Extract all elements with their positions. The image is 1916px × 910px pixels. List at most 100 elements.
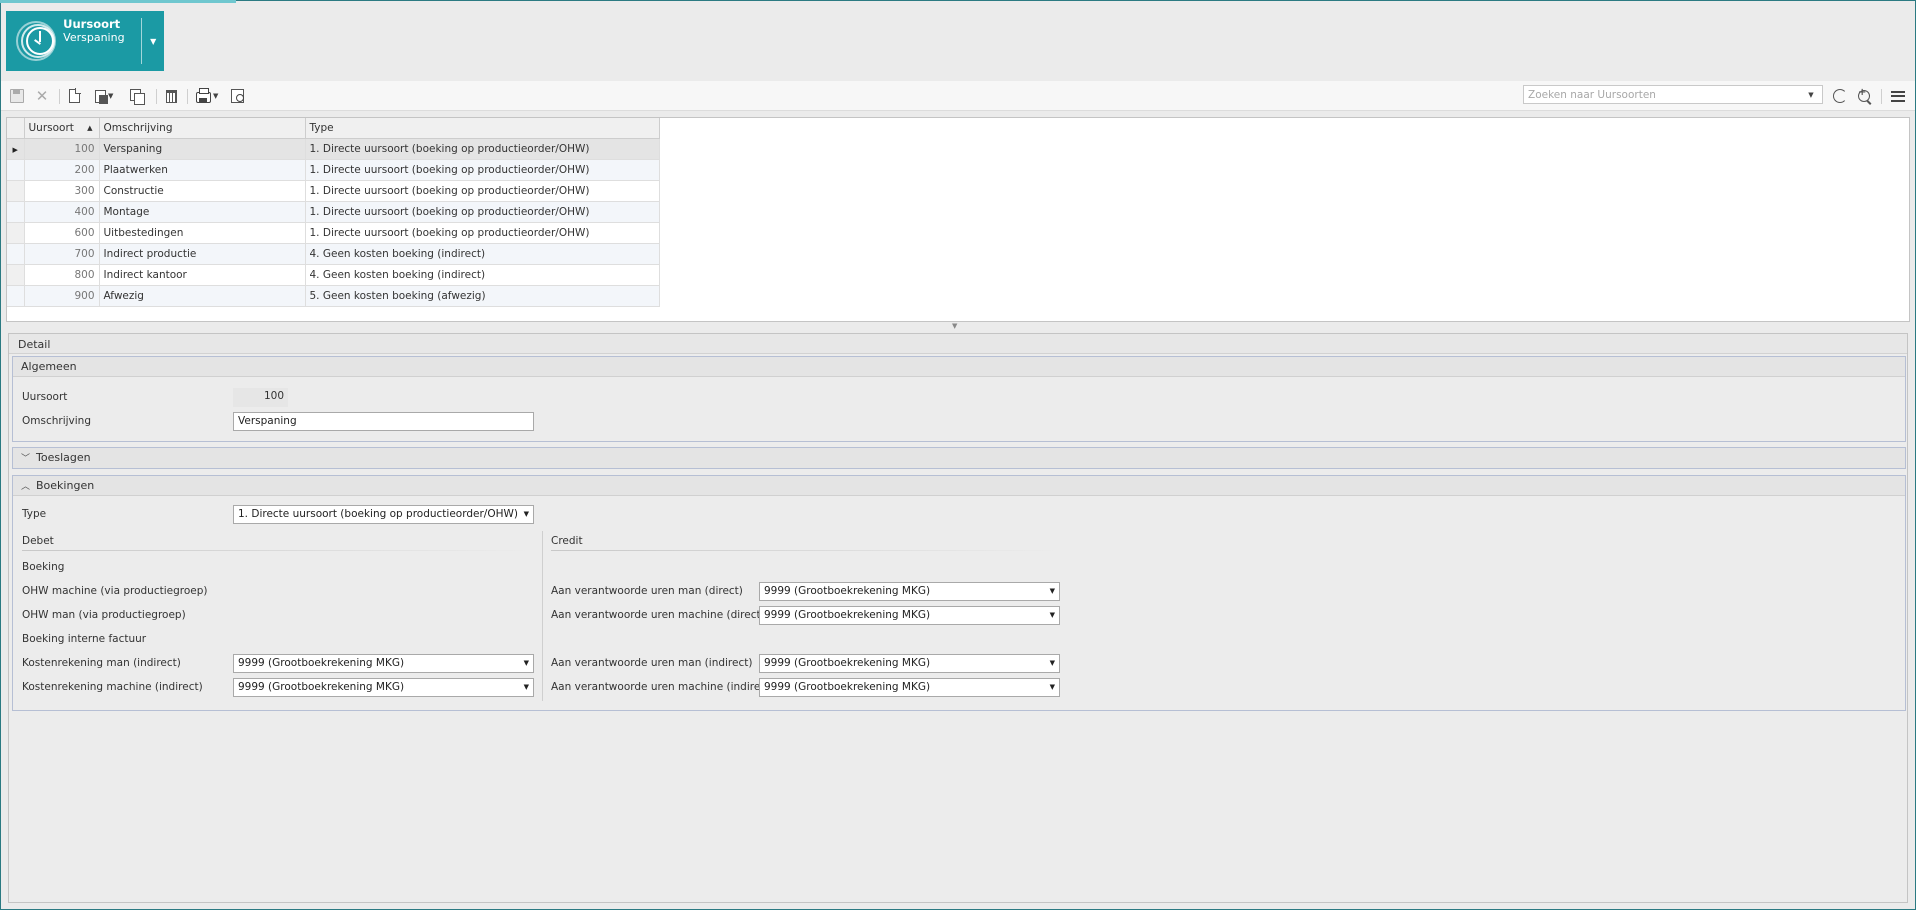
- save-button[interactable]: [10, 87, 24, 105]
- cell-code[interactable]: 300: [24, 180, 100, 202]
- app-dropdown-button[interactable]: ▼: [142, 11, 164, 71]
- grid-header-row: Uursoort ▲ Omschrijving Type: [7, 118, 660, 139]
- print-preview-icon: [231, 89, 244, 103]
- cell-type[interactable]: 4. Geen kosten boeking (indirect): [305, 243, 660, 265]
- cell-desc[interactable]: Indirect kantoor: [99, 264, 306, 286]
- credit-man-indirect-select[interactable]: 9999 (Grootboekrekening MKG) ▼: [759, 654, 1060, 673]
- column-header-label: Omschrijving: [103, 121, 173, 134]
- credit-machine-indirect-select[interactable]: 9999 (Grootboekrekening MKG) ▼: [759, 678, 1060, 697]
- chevron-down-icon: ▼: [523, 510, 529, 518]
- print-preview-button[interactable]: [231, 87, 244, 105]
- cell-desc[interactable]: Verspaning: [99, 138, 306, 160]
- cancel-icon: ✕: [35, 87, 49, 105]
- sort-ascending-icon: ▲: [87, 123, 93, 132]
- credit-man-direct-select[interactable]: 9999 (Grootboekrekening MKG) ▼: [759, 582, 1060, 601]
- cell-desc[interactable]: Plaatwerken: [99, 159, 306, 181]
- search-box[interactable]: ▼: [1523, 85, 1823, 104]
- type-select-value: 1. Directe uursoort (boeking op producti…: [238, 508, 518, 520]
- copy-button[interactable]: [130, 87, 145, 105]
- table-row[interactable]: 700 Indirect productie 4. Geen kosten bo…: [7, 243, 660, 265]
- app-tile[interactable]: Uursoort Verspaning ▼: [6, 11, 164, 71]
- cell-type[interactable]: 1. Directe uursoort (boeking op producti…: [305, 180, 660, 202]
- credit-machine-direct-label: Aan verantwoorde uren machine (direct): [551, 609, 765, 621]
- cell-desc[interactable]: Afwezig: [99, 285, 306, 307]
- paste-button[interactable]: ▼: [95, 87, 113, 105]
- group-toeslagen[interactable]: ﹀ Toeslagen: [12, 447, 1906, 469]
- table-row[interactable]: 800 Indirect kantoor 4. Geen kosten boek…: [7, 264, 660, 286]
- uursoort-label: Uursoort: [22, 391, 68, 403]
- cell-code[interactable]: 600: [24, 222, 100, 244]
- refresh-button[interactable]: [1833, 87, 1847, 105]
- cell-type[interactable]: 1. Directe uursoort (boeking op producti…: [305, 159, 660, 181]
- group-boekingen-header[interactable]: ︿ Boekingen: [13, 476, 1905, 496]
- new-button[interactable]: [69, 87, 81, 105]
- print-icon: [196, 88, 211, 103]
- table-row[interactable]: 600 Uitbestedingen 1. Directe uursoort (…: [7, 222, 660, 244]
- cell-type[interactable]: 1. Directe uursoort (boeking op producti…: [305, 138, 660, 160]
- credit-header: Credit: [551, 535, 583, 547]
- row-indicator: [7, 264, 25, 286]
- cell-desc[interactable]: Constructie: [99, 180, 306, 202]
- chevron-down-icon: ▼: [523, 683, 529, 691]
- table-row[interactable]: 400 Montage 1. Directe uursoort (boeking…: [7, 201, 660, 223]
- table-row[interactable]: 200 Plaatwerken 1. Directe uursoort (boe…: [7, 159, 660, 181]
- search-input[interactable]: [1524, 88, 1804, 101]
- chevron-down-icon: ﹀: [21, 454, 31, 464]
- app-subtitle: Verspaning: [63, 31, 125, 44]
- table-row[interactable]: 900 Afwezig 5. Geen kosten boeking (afwe…: [7, 285, 660, 307]
- boeking-label: Boeking: [22, 561, 65, 573]
- menu-icon: [1891, 90, 1905, 102]
- table-row[interactable]: 300 Constructie 1. Directe uursoort (boe…: [7, 180, 660, 202]
- app-title-block: Uursoort Verspaning: [63, 17, 141, 71]
- print-button[interactable]: ▼: [196, 87, 218, 105]
- cell-code[interactable]: 900: [24, 285, 100, 307]
- cell-code[interactable]: 200: [24, 159, 100, 181]
- splitter-handle[interactable]: ▼: [952, 322, 957, 330]
- cell-desc[interactable]: Uitbestedingen: [99, 222, 306, 244]
- type-select[interactable]: 1. Directe uursoort (boeking op producti…: [233, 505, 534, 524]
- credit-machine-direct-select[interactable]: 9999 (Grootboekrekening MKG) ▼: [759, 606, 1060, 625]
- menu-button[interactable]: [1891, 87, 1905, 105]
- select-value: 9999 (Grootboekrekening MKG): [238, 657, 405, 669]
- credit-underline: [551, 550, 1061, 551]
- cell-code[interactable]: 700: [24, 243, 100, 265]
- cell-desc[interactable]: Indirect productie: [99, 243, 306, 265]
- column-header-uursoort[interactable]: Uursoort ▲: [24, 118, 100, 139]
- group-algemeen: Algemeen Uursoort 100 Omschrijving Versp…: [12, 356, 1906, 442]
- group-boekingen: ︿ Boekingen Type 1. Directe uursoort (boe…: [12, 475, 1906, 711]
- cancel-button[interactable]: ✕: [35, 87, 49, 105]
- kostenrekening-machine-label: Kostenrekening machine (indirect): [22, 681, 203, 693]
- cell-type[interactable]: 5. Geen kosten boeking (afwezig): [305, 285, 660, 307]
- row-indicator: [7, 285, 25, 307]
- column-header-omschrijving[interactable]: Omschrijving: [99, 118, 306, 139]
- caret-down-icon: ▼: [108, 92, 114, 100]
- search-dropdown-icon[interactable]: ▼: [1804, 91, 1818, 99]
- kostenrekening-man-select[interactable]: 9999 (Grootboekrekening MKG) ▼: [233, 654, 534, 673]
- row-pointer-icon: ▶: [12, 145, 18, 154]
- omschrijving-label: Omschrijving: [22, 415, 91, 427]
- row-indicator-header: [7, 118, 25, 139]
- ohw-man-label: OHW man (via productiegroep): [22, 609, 186, 621]
- omschrijving-field[interactable]: Verspaning: [233, 412, 534, 431]
- delete-button[interactable]: [166, 87, 177, 105]
- zoom-add-button[interactable]: [1858, 87, 1870, 105]
- column-header-label: Type: [309, 121, 334, 134]
- delete-icon: [166, 89, 177, 103]
- row-indicator: [7, 201, 25, 223]
- cell-type[interactable]: 1. Directe uursoort (boeking op producti…: [305, 222, 660, 244]
- cell-type[interactable]: 1. Directe uursoort (boeking op producti…: [305, 201, 660, 223]
- cell-type[interactable]: 4. Geen kosten boeking (indirect): [305, 264, 660, 286]
- column-header-type[interactable]: Type: [305, 118, 660, 139]
- uursoort-field: 100: [233, 388, 288, 407]
- cell-code[interactable]: 400: [24, 201, 100, 223]
- select-value: 9999 (Grootboekrekening MKG): [764, 585, 931, 597]
- cell-code[interactable]: 800: [24, 264, 100, 286]
- new-document-icon: [69, 88, 81, 103]
- group-toeslagen-header[interactable]: ﹀ Toeslagen: [13, 448, 1905, 468]
- table-row[interactable]: ▶ 100 Verspaning 1. Directe uursoort (bo…: [7, 138, 660, 160]
- kostenrekening-machine-select[interactable]: 9999 (Grootboekrekening MKG) ▼: [233, 678, 534, 697]
- cell-code[interactable]: 100: [24, 138, 100, 160]
- column-header-label: Uursoort: [28, 121, 74, 134]
- debet-header: Debet: [22, 535, 54, 547]
- cell-desc[interactable]: Montage: [99, 201, 306, 223]
